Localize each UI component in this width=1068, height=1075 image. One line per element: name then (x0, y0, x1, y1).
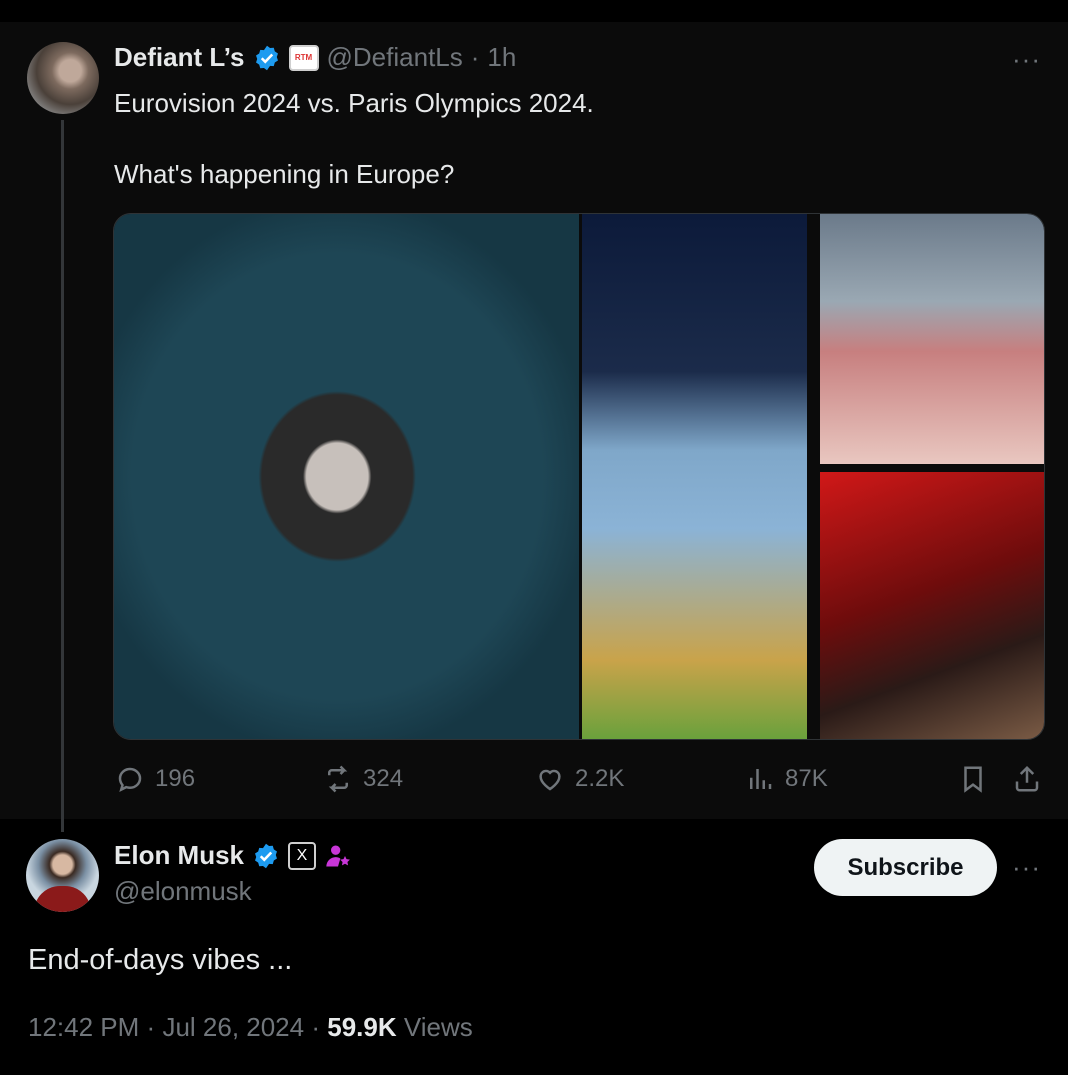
media-grid[interactable] (113, 213, 1045, 740)
tweet-text-line1: Eurovision 2024 vs. Paris Olympics 2024. (114, 88, 594, 118)
subscribe-button[interactable]: Subscribe (814, 839, 997, 896)
verified-icon (255, 45, 278, 70)
views-label: Views (403, 1012, 473, 1042)
media-image-olympics-3[interactable] (820, 472, 1044, 739)
share-button[interactable] (1012, 764, 1042, 794)
like-button[interactable]: 2.2K (535, 764, 624, 794)
tweet-time[interactable]: 1h (487, 42, 516, 73)
repost-icon (328, 765, 348, 793)
reply-count: 196 (155, 765, 196, 792)
like-count: 2.2K (575, 765, 625, 792)
tweet-metadata: 12:42 PM · Jul 26, 2024 · 59.9K Views (28, 1012, 473, 1043)
affiliate-badge[interactable]: X (288, 841, 317, 870)
media-image-eurovision[interactable] (114, 214, 579, 739)
separator-dot: · (146, 1012, 156, 1042)
author-name[interactable]: Defiant L’s (114, 42, 245, 73)
share-icon (1015, 765, 1039, 792)
separator-dot: · (470, 42, 480, 72)
author-handle[interactable]: @DefiantLs (327, 42, 463, 73)
tweet-text: End-of-days vibes ... (28, 944, 293, 976)
subscriber-icon[interactable] (324, 842, 352, 870)
avatar-elonmusk[interactable] (26, 839, 99, 912)
views-count[interactable]: 59.9K (327, 1012, 396, 1042)
media-image-olympics-2[interactable] (820, 214, 1044, 464)
main-tweet-header: Elon Musk X (114, 840, 352, 871)
view-count: 87K (785, 765, 828, 792)
reply-icon (118, 767, 142, 793)
like-icon (539, 769, 561, 791)
views-button[interactable]: 87K (745, 764, 828, 794)
tweet-text-line2: What's happening in Europe? (114, 159, 455, 189)
parent-tweet-header: Defiant L’s RTM @DefiantLs · 1h (114, 42, 516, 73)
affiliate-badge[interactable]: RTM (288, 44, 319, 71)
bookmark-icon (964, 766, 982, 793)
repost-count: 324 (363, 765, 404, 792)
author-name[interactable]: Elon Musk (114, 840, 244, 871)
top-bar (0, 0, 1068, 22)
separator-dot: · (311, 1012, 321, 1042)
views-icon (750, 769, 772, 789)
more-options-button[interactable]: ··· (1012, 852, 1041, 883)
thread-line (61, 120, 64, 832)
reply-button[interactable]: 196 (115, 764, 195, 794)
more-options-button[interactable]: ··· (1012, 44, 1041, 75)
tweet-date[interactable]: Jul 26, 2024 (162, 1012, 304, 1042)
media-image-olympics-1[interactable] (582, 214, 807, 739)
avatar-defiantls[interactable] (27, 42, 99, 114)
verified-icon (255, 843, 277, 868)
tweet-time[interactable]: 12:42 PM (28, 1012, 139, 1042)
repost-button[interactable]: 324 (323, 764, 403, 794)
author-handle[interactable]: @elonmusk (114, 876, 252, 907)
bookmark-button[interactable] (958, 764, 988, 794)
